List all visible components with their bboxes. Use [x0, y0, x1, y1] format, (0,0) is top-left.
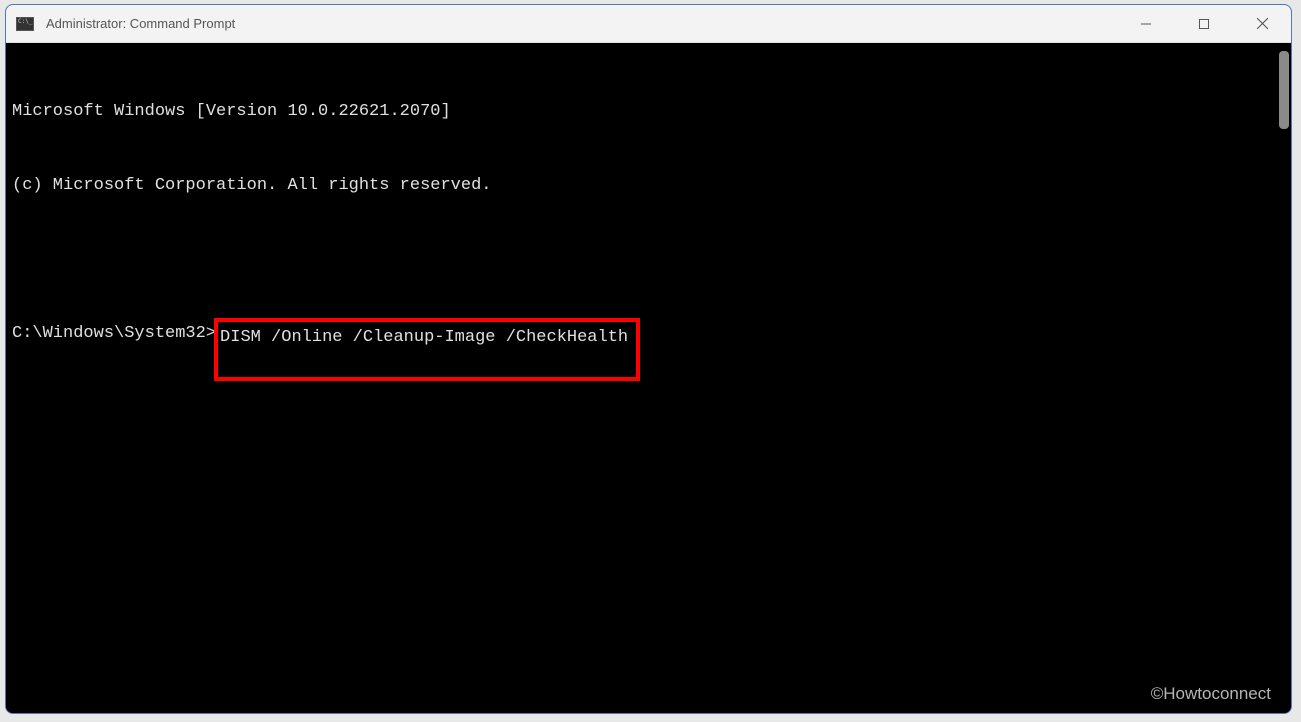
- version-line: Microsoft Windows [Version 10.0.22621.20…: [12, 100, 1291, 125]
- scrollbar-thumb[interactable]: [1279, 51, 1289, 129]
- command-prompt-window: Administrator: Command Prompt Microsoft …: [5, 4, 1292, 714]
- scrollbar-track[interactable]: [1275, 43, 1291, 713]
- terminal-output: Microsoft Windows [Version 10.0.22621.20…: [12, 51, 1291, 434]
- prompt-line: C:\Windows\System32>DISM /Online /Cleanu…: [12, 322, 1291, 385]
- watermark-text: ©Howtoconnect: [1151, 684, 1271, 704]
- maximize-button[interactable]: [1175, 5, 1233, 42]
- prompt-path: C:\Windows\System32>: [12, 322, 216, 385]
- highlighted-command: DISM /Online /Cleanup-Image /CheckHealth: [214, 318, 640, 381]
- close-button[interactable]: [1233, 5, 1291, 42]
- terminal-area[interactable]: Microsoft Windows [Version 10.0.22621.20…: [6, 43, 1291, 713]
- copyright-line: (c) Microsoft Corporation. All rights re…: [12, 174, 1291, 199]
- minimize-button[interactable]: [1117, 5, 1175, 42]
- window-controls: [1117, 5, 1291, 42]
- window-title: Administrator: Command Prompt: [46, 16, 1117, 31]
- titlebar[interactable]: Administrator: Command Prompt: [6, 5, 1291, 43]
- cmd-icon: [16, 17, 34, 31]
